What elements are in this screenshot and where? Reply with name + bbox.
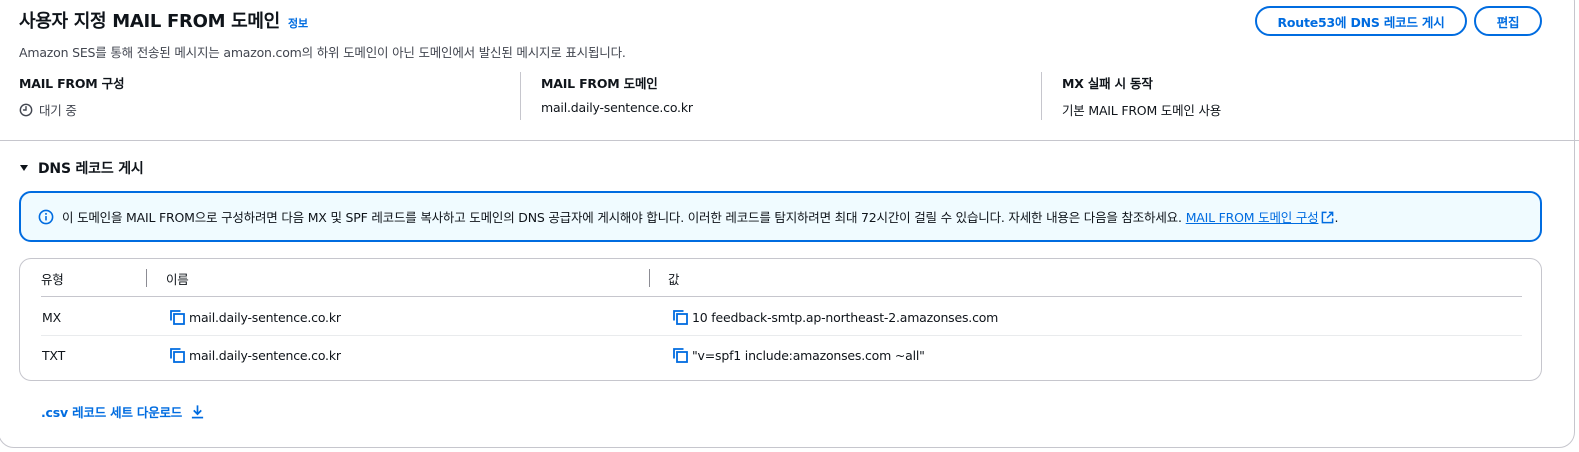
column-header-type[interactable]: 유형 — [41, 269, 64, 288]
config-status: 대기 중 — [19, 100, 124, 119]
page-title: 사용자 지정 MAIL FROM 도메인 — [19, 11, 280, 32]
column-resizer[interactable] — [146, 269, 147, 287]
section-divider — [0, 140, 1579, 141]
dns-section-toggle[interactable]: DNS 레코드 게시 — [19, 158, 144, 178]
info-alert: 이 도메인을 MAIL FROM으로 구성하려면 다음 MX 및 SPF 레코드… — [19, 191, 1542, 242]
config-status-text: 대기 중 — [39, 103, 77, 118]
download-csv-label: .csv 레코드 세트 다운로드 — [41, 405, 183, 420]
mail-from-domain: MAIL FROM 도메인 mail.daily-sentence.co.kr — [541, 73, 693, 115]
record-name-cell: mail.daily-sentence.co.kr — [169, 336, 341, 374]
column-resizer[interactable] — [649, 269, 650, 287]
external-link-icon[interactable] — [1321, 211, 1334, 224]
header: 사용자 지정 MAIL FROM 도메인 정보 — [19, 7, 308, 33]
dns-section-title: DNS 레코드 게시 — [38, 161, 144, 177]
column-divider — [520, 72, 521, 120]
edit-button[interactable]: 편집 — [1474, 6, 1542, 36]
mx-failure-behavior: MX 실패 시 동작 기본 MAIL FROM 도메인 사용 — [1062, 73, 1221, 119]
mx-failure-label: MX 실패 시 동작 — [1062, 76, 1153, 91]
mx-failure-value: 기본 MAIL FROM 도메인 사용 — [1062, 103, 1222, 118]
record-name: mail.daily-sentence.co.kr — [189, 309, 341, 325]
copy-icon[interactable] — [169, 309, 186, 326]
publish-route53-button[interactable]: Route53에 DNS 레코드 게시 — [1255, 6, 1467, 36]
record-name: mail.daily-sentence.co.kr — [189, 347, 341, 363]
dns-records-table: 유형 이름 값 MX mail.daily-sentence.co.kr 10 … — [19, 258, 1542, 381]
domain-label: MAIL FROM 도메인 — [541, 76, 658, 91]
config-label: MAIL FROM 구성 — [19, 76, 125, 91]
clock-icon — [19, 103, 33, 116]
record-value: 10 feedback-smtp.ap-northeast-2.amazonse… — [692, 309, 999, 325]
table-row: MX mail.daily-sentence.co.kr 10 feedback… — [41, 298, 1522, 336]
download-icon — [191, 405, 204, 419]
mail-from-config-link[interactable]: MAIL FROM 도메인 구성 — [1186, 210, 1319, 225]
copy-icon[interactable] — [672, 309, 689, 326]
domain-value: mail.daily-sentence.co.kr — [541, 100, 693, 115]
record-name-cell: mail.daily-sentence.co.kr — [169, 298, 341, 336]
record-value-cell: "v=spf1 include:amazonses.com ~all" — [672, 336, 925, 374]
download-csv-button[interactable]: .csv 레코드 세트 다운로드 — [41, 402, 205, 421]
record-type: MX — [42, 309, 61, 325]
info-link[interactable]: 정보 — [288, 15, 308, 31]
record-value: "v=spf1 include:amazonses.com ~all" — [692, 347, 925, 363]
column-header-value[interactable]: 값 — [668, 269, 680, 288]
page-description: Amazon SES를 통해 전송된 메시지는 amazon.com의 하위 도… — [19, 45, 626, 60]
record-value-cell: 10 feedback-smtp.ap-northeast-2.amazonse… — [672, 298, 998, 336]
info-icon — [38, 209, 54, 224]
record-type: TXT — [42, 347, 66, 363]
table-row: TXT mail.daily-sentence.co.kr "v=spf1 in… — [41, 336, 1522, 374]
caret-down-icon — [20, 165, 28, 171]
column-header-name[interactable]: 이름 — [166, 269, 189, 288]
table-header-divider — [41, 296, 1522, 297]
alert-text: 이 도메인을 MAIL FROM으로 구성하려면 다음 MX 및 SPF 레코드… — [62, 207, 1338, 226]
copy-icon[interactable] — [672, 347, 689, 364]
mail-from-config: MAIL FROM 구성 대기 중 — [19, 73, 124, 119]
alert-message: 이 도메인을 MAIL FROM으로 구성하려면 다음 MX 및 SPF 레코드… — [62, 210, 1182, 225]
column-divider — [1041, 72, 1042, 120]
alert-suffix: . — [1334, 210, 1339, 225]
copy-icon[interactable] — [169, 347, 186, 364]
